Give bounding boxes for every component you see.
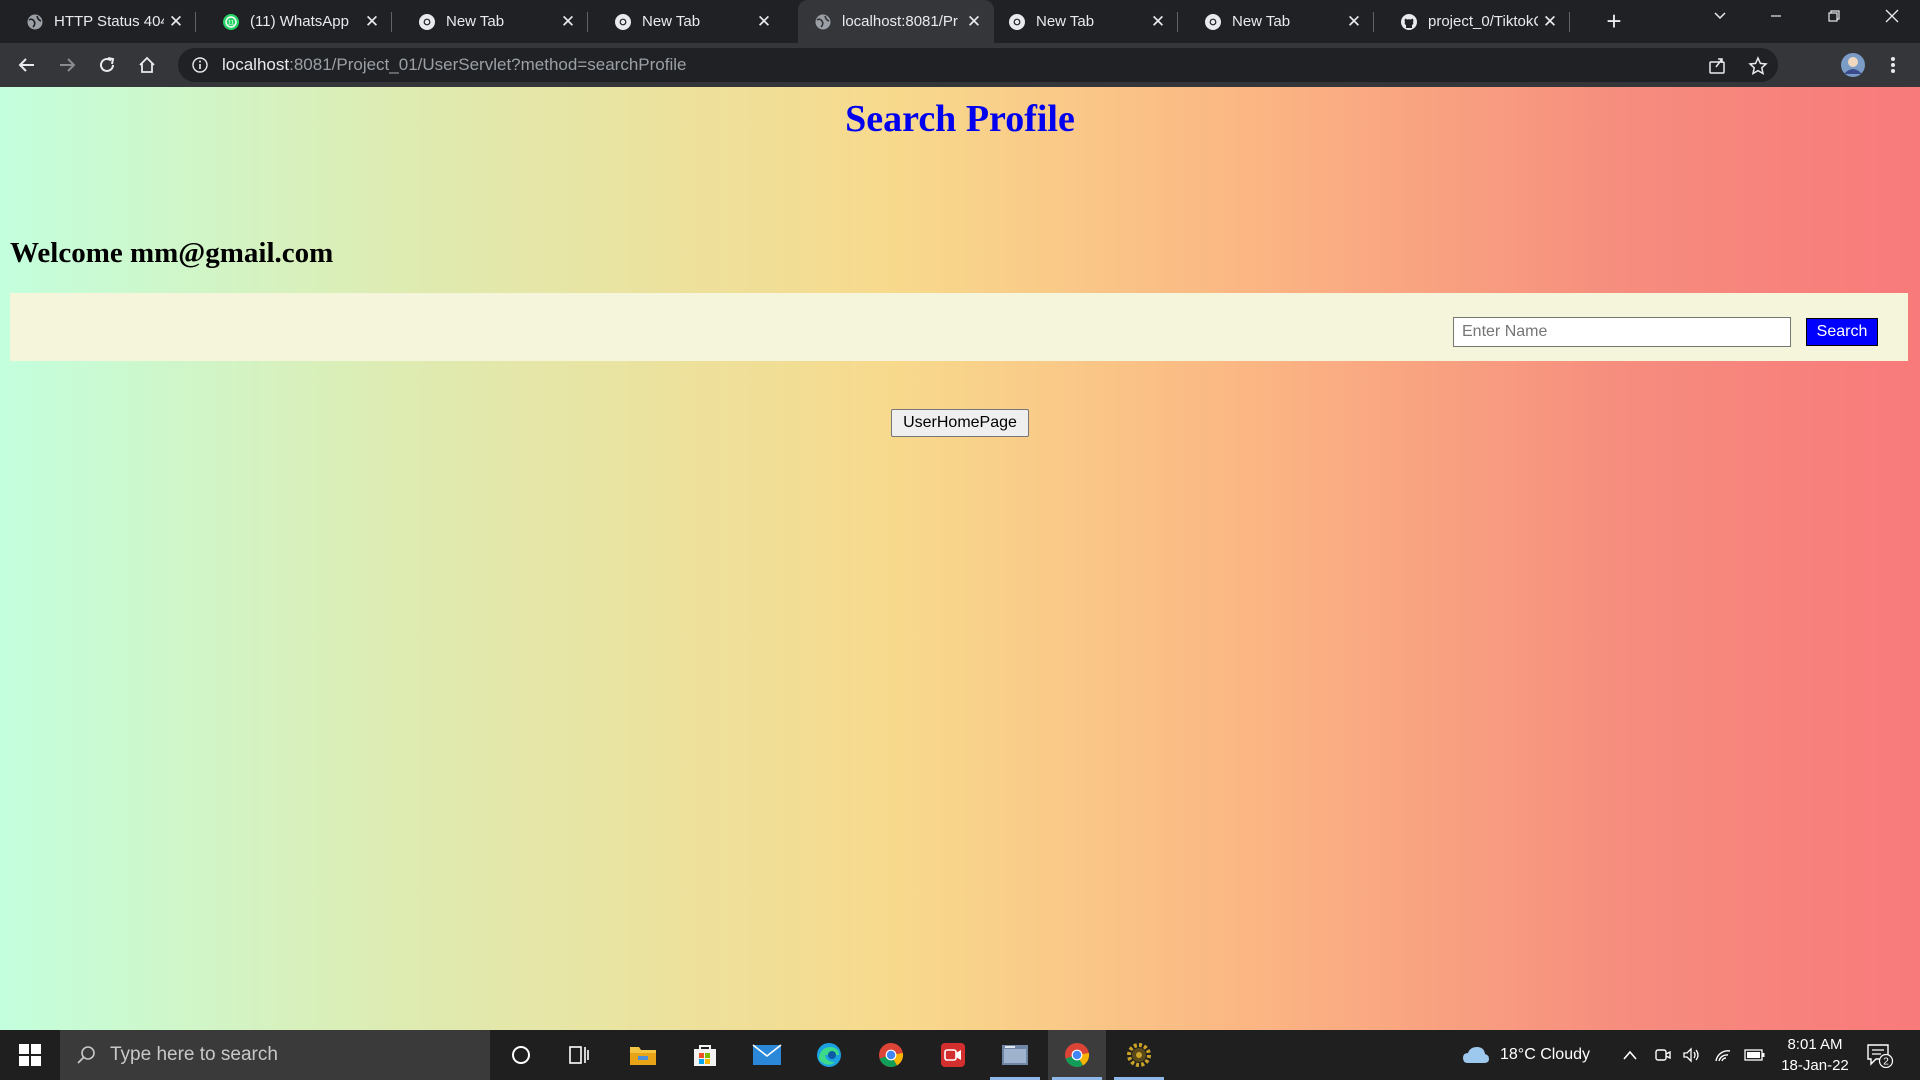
url-text[interactable]: localhost:8081/Project_01/UserServlet?me…: [222, 55, 686, 75]
tab-title: New Tab: [446, 13, 505, 30]
close-icon[interactable]: ✕: [1342, 12, 1366, 32]
app-window-icon[interactable]: [986, 1030, 1044, 1080]
site-info-icon[interactable]: [192, 57, 208, 73]
battery-icon[interactable]: [1744, 1030, 1766, 1080]
wifi-icon[interactable]: [1714, 1030, 1732, 1080]
cloud-icon: [1463, 1047, 1489, 1063]
share-icon[interactable]: [1707, 56, 1727, 76]
clock-date: 18-Jan-22: [1781, 1057, 1849, 1074]
github-icon: [1401, 13, 1417, 30]
notification-center-icon[interactable]: 2: [1866, 1030, 1894, 1080]
user-home-page-button[interactable]: UserHomePage: [891, 409, 1029, 437]
tab-separator: [1569, 12, 1570, 32]
browser-toolbar: localhost:8081/Project_01/UserServlet?me…: [0, 43, 1920, 87]
tab-new-tab-4[interactable]: New Tab ✕: [1178, 0, 1374, 43]
settings-gear-icon[interactable]: [1110, 1030, 1168, 1080]
tab-title: New Tab: [642, 13, 701, 30]
search-button[interactable]: Search: [1806, 318, 1878, 346]
windows-taskbar: Type here to search 18°C Cloudy 8:01 AM …: [0, 1030, 1920, 1080]
url-path: :8081/Project_01/UserServlet?method=sear…: [289, 55, 687, 74]
reload-icon[interactable]: [92, 50, 122, 80]
close-icon[interactable]: ✕: [752, 12, 776, 32]
chrome-taskbar-icon[interactable]: [862, 1030, 920, 1080]
cortana-circle-icon[interactable]: [492, 1030, 550, 1080]
chrome-icon: [1009, 13, 1025, 30]
microsoft-store-icon[interactable]: [676, 1030, 734, 1080]
tab-strip: HTTP Status 404 – ✕ 11 (11) WhatsApp ✕ N…: [0, 0, 1920, 43]
screen-recorder-icon[interactable]: [924, 1030, 982, 1080]
minimize-icon[interactable]: [1748, 0, 1804, 38]
tab-title: project_0/TiktokC: [1428, 13, 1538, 30]
chrome-active-taskbar-icon[interactable]: [1048, 1030, 1106, 1080]
new-tab-plus-icon[interactable]: +: [1599, 6, 1629, 36]
search-name-input[interactable]: [1453, 317, 1791, 347]
notification-count: 2: [1883, 1057, 1889, 1068]
close-icon[interactable]: ✕: [1146, 12, 1170, 32]
tab-title: New Tab: [1036, 13, 1095, 30]
task-view-icon[interactable]: [550, 1030, 608, 1080]
edge-icon[interactable]: [800, 1030, 858, 1080]
back-arrow-icon[interactable]: [12, 50, 42, 80]
tab-title: New Tab: [1232, 13, 1291, 30]
chrome-icon: [615, 13, 631, 30]
whatsapp-icon: 11: [223, 13, 239, 30]
show-hidden-icons-chevron-icon[interactable]: [1622, 1030, 1638, 1080]
tab-new-tab-3[interactable]: New Tab ✕: [982, 0, 1178, 43]
tab-whatsapp[interactable]: 11 (11) WhatsApp ✕: [196, 0, 392, 43]
close-icon[interactable]: ✕: [360, 12, 384, 32]
menu-kebab-icon[interactable]: [1878, 50, 1908, 80]
close-icon[interactable]: ✕: [1538, 12, 1562, 32]
volume-icon[interactable]: [1682, 1030, 1702, 1080]
window-close-icon[interactable]: [1864, 0, 1920, 38]
weather-text: 18°C Cloudy: [1500, 1046, 1590, 1063]
globe-icon: [815, 14, 831, 29]
tab-search-chevron-icon[interactable]: [1692, 0, 1748, 38]
close-icon[interactable]: ✕: [556, 12, 580, 32]
page-content: Search Profile Welcome mm@gmail.com Sear…: [0, 87, 1920, 1030]
welcome-heading: Welcome mm@gmail.com: [10, 237, 334, 269]
tab-new-tab-2[interactable]: New Tab ✕: [588, 0, 784, 43]
address-bar[interactable]: localhost:8081/Project_01/UserServlet?me…: [178, 48, 1778, 82]
close-icon[interactable]: ✕: [164, 12, 188, 32]
file-explorer-icon[interactable]: [614, 1030, 672, 1080]
globe-icon: [27, 14, 43, 29]
windows-start-icon[interactable]: [0, 1030, 60, 1080]
mail-icon[interactable]: [738, 1030, 796, 1080]
page-title: Search Profile: [845, 98, 1075, 140]
tab-title: (11) WhatsApp: [250, 13, 349, 30]
clock-time: 8:01 AM: [1787, 1036, 1843, 1053]
system-clock[interactable]: 8:01 AM 18-Jan-22: [1770, 1034, 1860, 1076]
restore-icon[interactable]: [1806, 0, 1862, 38]
chrome-icon: [1205, 13, 1221, 30]
chrome-icon: [419, 13, 435, 30]
tab-github[interactable]: project_0/TiktokC ✕: [1374, 0, 1570, 43]
profile-avatar[interactable]: [1838, 50, 1868, 80]
tab-localhost-active[interactable]: localhost:8081/Pr ✕: [798, 0, 994, 43]
tab-title: localhost:8081/Pr: [842, 13, 958, 30]
weather-widget[interactable]: 18°C Cloudy: [1462, 1030, 1590, 1080]
meet-now-icon[interactable]: [1654, 1030, 1672, 1080]
svg-text:11: 11: [228, 20, 235, 26]
url-host: localhost: [222, 55, 290, 74]
tab-http-status[interactable]: HTTP Status 404 – ✕: [0, 0, 196, 43]
home-icon[interactable]: [132, 50, 162, 80]
forward-arrow-icon[interactable]: [52, 50, 82, 80]
taskbar-search-placeholder: Type here to search: [110, 1044, 278, 1065]
bookmark-star-icon[interactable]: [1748, 56, 1768, 76]
search-icon: [77, 1046, 95, 1064]
tab-title: HTTP Status 404 –: [54, 13, 164, 30]
tab-new-tab-1[interactable]: New Tab ✕: [392, 0, 588, 43]
search-bar: Search: [10, 293, 1908, 361]
taskbar-search-box[interactable]: Type here to search: [60, 1030, 490, 1080]
